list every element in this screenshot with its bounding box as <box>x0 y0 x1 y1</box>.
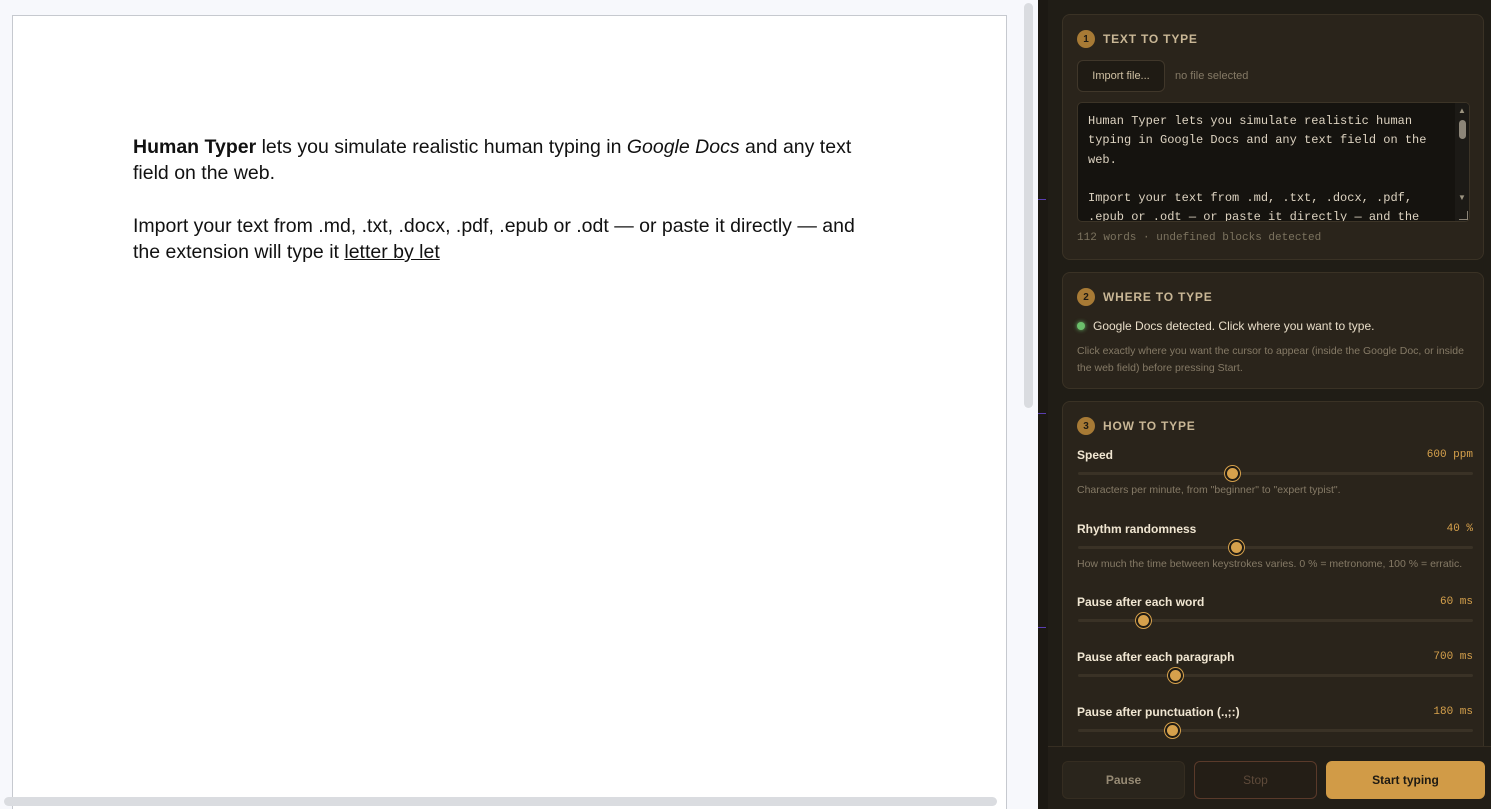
pause-paragraph-slider-thumb[interactable] <box>1167 668 1183 683</box>
section-number-badge: 1 <box>1077 30 1095 48</box>
pause-punctuation-slider-thumb[interactable] <box>1164 723 1180 738</box>
section-header: 1 TEXT TO TYPE <box>1077 30 1198 48</box>
speed-slider-thumb[interactable] <box>1225 466 1241 481</box>
file-status-label: no file selected <box>1175 70 1249 82</box>
scroll-down-arrow-icon[interactable]: ▼ <box>1458 193 1466 202</box>
speed-slider[interactable] <box>1078 472 1473 475</box>
setting-speed: Speed 600 ppm Characters per minute, fro… <box>1077 448 1473 496</box>
import-file-button[interactable]: Import file... <box>1077 60 1165 92</box>
setting-pause-paragraph: Pause after each paragraph 700 ms <box>1077 650 1473 683</box>
setting-help: How much the time between keystrokes var… <box>1077 558 1463 570</box>
pause-button[interactable]: Pause <box>1062 761 1185 799</box>
setting-value: 60 ms <box>1439 596 1473 608</box>
setting-value: 180 ms <box>1433 706 1473 718</box>
scroll-up-arrow-icon[interactable]: ▲ <box>1458 106 1466 115</box>
setting-help: Characters per minute, from "beginner" t… <box>1077 484 1341 496</box>
setting-label: Pause after punctuation (.,;:) <box>1077 705 1240 719</box>
document-bold-text: Human Typer <box>133 136 257 158</box>
textarea-scroll-thumb[interactable] <box>1459 120 1466 139</box>
vertical-scrollbar[interactable] <box>1024 3 1033 408</box>
section-title: WHERE TO TYPE <box>1103 290 1213 304</box>
resize-grip-icon[interactable] <box>1459 211 1468 220</box>
document-text: lets you simulate realistic human typing… <box>256 136 627 158</box>
detection-status: Google Docs detected. Click where you wa… <box>1077 319 1374 333</box>
document-body[interactable]: Human Typer lets you simulate realistic … <box>133 134 881 292</box>
setting-value: 600 ppm <box>1426 449 1473 461</box>
panel-edge-marker <box>1038 199 1046 200</box>
document-page[interactable]: Human Typer lets you simulate realistic … <box>12 15 1007 809</box>
pause-paragraph-slider[interactable] <box>1078 674 1473 677</box>
section-header: 3 HOW TO TYPE <box>1077 417 1196 435</box>
section-number-badge: 2 <box>1077 288 1095 306</box>
section-where-to-type: 2 WHERE TO TYPE Google Docs detected. Cl… <box>1062 272 1484 389</box>
setting-pause-word: Pause after each word 60 ms <box>1077 595 1473 628</box>
textarea-scrollbar[interactable]: ▲ ▼ <box>1455 103 1469 221</box>
panel-edge-marker <box>1038 627 1046 628</box>
status-indicator-icon <box>1077 322 1085 330</box>
rhythm-randomness-slider-thumb[interactable] <box>1229 540 1244 555</box>
word-count-label: 112 words · undefined blocks detected <box>1077 232 1322 244</box>
document-area: Human Typer lets you simulate realistic … <box>0 0 1038 809</box>
section-title: TEXT TO TYPE <box>1103 32 1198 46</box>
rhythm-randomness-slider[interactable] <box>1078 546 1473 549</box>
section-number-badge: 3 <box>1077 417 1095 435</box>
section-text-to-type: 1 TEXT TO TYPE Import file... no file se… <box>1062 14 1484 260</box>
where-to-type-help: Click exactly where you want the cursor … <box>1077 345 1464 374</box>
horizontal-scrollbar[interactable] <box>4 797 997 806</box>
text-input-value: Human Typer lets you simulate realistic … <box>1088 114 1427 222</box>
human-typer-panel: 1 TEXT TO TYPE Import file... no file se… <box>1038 0 1491 809</box>
pause-punctuation-slider[interactable] <box>1078 729 1473 732</box>
document-italic-text: Google Docs <box>626 136 740 158</box>
stop-button[interactable]: Stop <box>1194 761 1317 799</box>
panel-footer: Pause Stop Start typing <box>1048 746 1491 809</box>
setting-value: 700 ms <box>1433 651 1473 663</box>
setting-label: Pause after each word <box>1077 595 1205 609</box>
setting-value: 40 % <box>1446 523 1473 535</box>
pause-word-slider-thumb[interactable] <box>1136 613 1152 628</box>
document-underlined-text: letter by let <box>344 241 440 263</box>
document-text: Import your text from .md, .txt, .docx, … <box>133 215 855 263</box>
section-header: 2 WHERE TO TYPE <box>1077 288 1213 306</box>
setting-label: Speed <box>1077 448 1114 462</box>
section-how-to-type: 3 HOW TO TYPE Speed 600 ppm Characters p… <box>1062 401 1484 761</box>
document-paragraph-2: Import your text from .md, .txt, .docx, … <box>133 213 881 265</box>
setting-label: Pause after each paragraph <box>1077 650 1235 664</box>
setting-rhythm-randomness: Rhythm randomness 40 % How much the time… <box>1077 522 1473 570</box>
detection-status-text: Google Docs detected. Click where you wa… <box>1093 319 1375 333</box>
document-paragraph-1: Human Typer lets you simulate realistic … <box>133 134 881 186</box>
section-title: HOW TO TYPE <box>1103 419 1196 433</box>
panel-edge-marker <box>1038 413 1046 414</box>
start-typing-button[interactable]: Start typing <box>1326 761 1485 799</box>
text-input-area[interactable]: Human Typer lets you simulate realistic … <box>1077 102 1470 222</box>
setting-label: Rhythm randomness <box>1077 522 1197 536</box>
setting-pause-punctuation: Pause after punctuation (.,;:) 180 ms <box>1077 705 1473 738</box>
